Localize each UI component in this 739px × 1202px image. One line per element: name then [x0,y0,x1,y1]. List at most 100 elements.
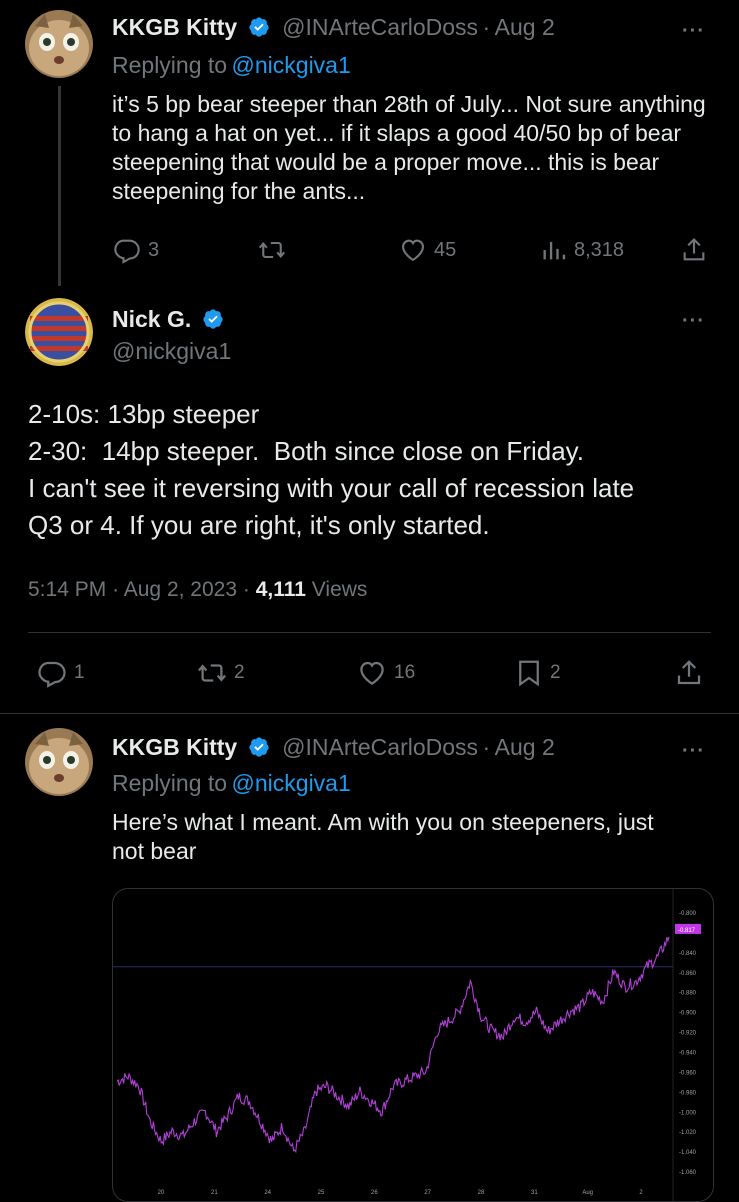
tweet2-header: Nick G. [112,306,224,333]
like-button[interactable]: 16 [356,658,415,688]
replying-to: Replying to @nickgiva1 [112,770,351,797]
view-count: 8,318 [574,238,625,261]
verified-badge-icon [248,16,270,38]
y-tick-label: -0.860 [679,971,697,977]
x-tick-label: 25 [318,1190,325,1196]
views-count[interactable]: 4,111 [256,578,306,601]
verified-badge-icon [202,308,224,330]
series-line [116,936,670,1154]
like-count: 16 [394,662,416,683]
retweet-button[interactable]: 2 [196,658,245,688]
share-button[interactable] [680,236,708,264]
tweet1-text: it’s 5 bp bear steeper than 28th of July… [112,91,706,204]
tweet-time[interactable]: 5:14 PM [28,578,106,601]
thread-line [58,86,61,286]
bookmark-button[interactable]: 2 [514,658,561,688]
y-tick-label: -0.980 [679,1090,697,1096]
author-handle[interactable]: @INArteCarloDoss [282,734,478,760]
x-tick-label: 27 [424,1190,431,1196]
separator: · [242,578,250,601]
more-options-icon[interactable]: ··· [682,310,705,333]
reply-count: 1 [74,662,85,683]
y-tick-label: -0.840 [679,951,697,957]
y-tick-label: -0.900 [679,1011,697,1017]
x-tick-label: 2 [639,1190,643,1196]
more-options-icon[interactable]: ··· [682,740,705,763]
x-tick-label: 31 [531,1190,538,1196]
last-price-label: -0.817 [678,928,696,934]
author-name[interactable]: KKGB Kitty [112,734,237,760]
x-tick-label: 26 [371,1190,378,1196]
replying-to: Replying to @nickgiva1 [112,52,351,79]
views-button[interactable]: 8,318 [540,236,624,264]
reply-icon [38,661,66,688]
text-line: I can't see it reversing with your call … [28,473,635,503]
text-line: Q3 or 4. If you are right, it's only sta… [28,510,490,540]
replying-prefix: Replying to [112,52,228,78]
author-handle[interactable]: @nickgiva1 [112,338,231,365]
tweet1-header: KKGB Kitty @INArteCarloDoss · Aug 2 [112,14,555,41]
more-options-icon[interactable]: ··· [682,20,705,43]
heart-icon [360,661,384,685]
share-icon [677,660,701,685]
reply-icon [114,239,140,264]
y-tick-label: -0.800 [679,911,697,917]
y-tick-label: -0.920 [679,1031,697,1037]
bookmark-icon [519,660,539,687]
y-tick-label: -0.880 [679,991,697,997]
avatar-kkgb-kitty[interactable] [25,10,93,78]
attached-chart-image[interactable]: -0.800 -0.840 -0.860 -0.880 -0.900 -0.920 -0.9… [112,888,714,1202]
reply-count: 3 [148,238,160,261]
heart-icon [402,239,424,262]
chart: -0.800 -0.840 -0.860 -0.880 -0.900 -0.920 -0.9… [113,889,701,1201]
y-tick-label: -1.060 [679,1170,697,1176]
like-count: 45 [434,238,457,261]
views-icon [543,241,566,260]
separator: · [112,578,120,601]
share-button[interactable] [674,658,704,688]
share-icon [683,238,705,261]
replying-handle-link[interactable]: @nickgiva1 [232,52,351,78]
tweet-meta: 5:14 PM · Aug 2, 2023 · 4,111 Views [28,578,367,602]
y-tick-label: -1.020 [679,1130,697,1136]
tweet3-header: KKGB Kitty @INArteCarloDoss · Aug 2 [112,734,555,761]
like-button[interactable]: 45 [398,236,456,264]
verified-badge-icon [248,736,270,758]
avatar-nick-g[interactable] [25,298,93,366]
replying-prefix: Replying to [112,770,228,796]
views-label: Views [311,578,368,601]
retweet-icon [198,664,226,682]
separator: · [482,734,491,760]
bookmark-count: 2 [550,662,561,683]
replying-handle-link[interactable]: @nickgiva1 [232,770,351,796]
x-tick-label: 20 [158,1190,165,1196]
tweet-date[interactable]: Aug 2 [495,734,555,760]
tweet3-text: Here’s what I meant. Am with you on stee… [112,808,722,866]
divider [28,632,711,633]
separator: · [482,14,491,40]
author-handle[interactable]: @INArteCarloDoss [282,14,478,40]
retweet-icon [258,241,286,259]
retweet-count: 2 [234,662,245,683]
x-tick-label: 28 [478,1190,485,1196]
reply-button[interactable]: 1 [36,658,85,688]
text-line: not bear [112,838,197,864]
x-tick-label: 24 [264,1190,271,1196]
author-name[interactable]: Nick G. [112,306,191,332]
y-tick-label: -1.000 [679,1110,697,1116]
text-line: 2-10s: 13bp steeper [28,399,260,429]
x-tick-label: 21 [211,1190,218,1196]
tweet-date[interactable]: Aug 2, 2023 [124,578,237,601]
text-line: 2-30: 14bp steeper. Both since close on … [28,436,584,466]
author-name[interactable]: KKGB Kitty [112,14,237,40]
x-tick-label: Aug [582,1190,593,1196]
y-tick-label: -1.040 [679,1150,697,1156]
y-tick-label: -0.940 [679,1050,697,1056]
text-line: Here’s what I meant. Am with you on stee… [112,809,654,835]
retweet-button[interactable] [257,236,287,264]
tweet2-text: 2-10s: 13bp steeper 2-30: 14bp steeper. … [28,396,718,544]
avatar-kkgb-kitty[interactable] [25,728,93,796]
reply-button[interactable]: 3 [112,236,159,264]
divider [0,713,739,714]
tweet-date[interactable]: Aug 2 [495,14,555,40]
